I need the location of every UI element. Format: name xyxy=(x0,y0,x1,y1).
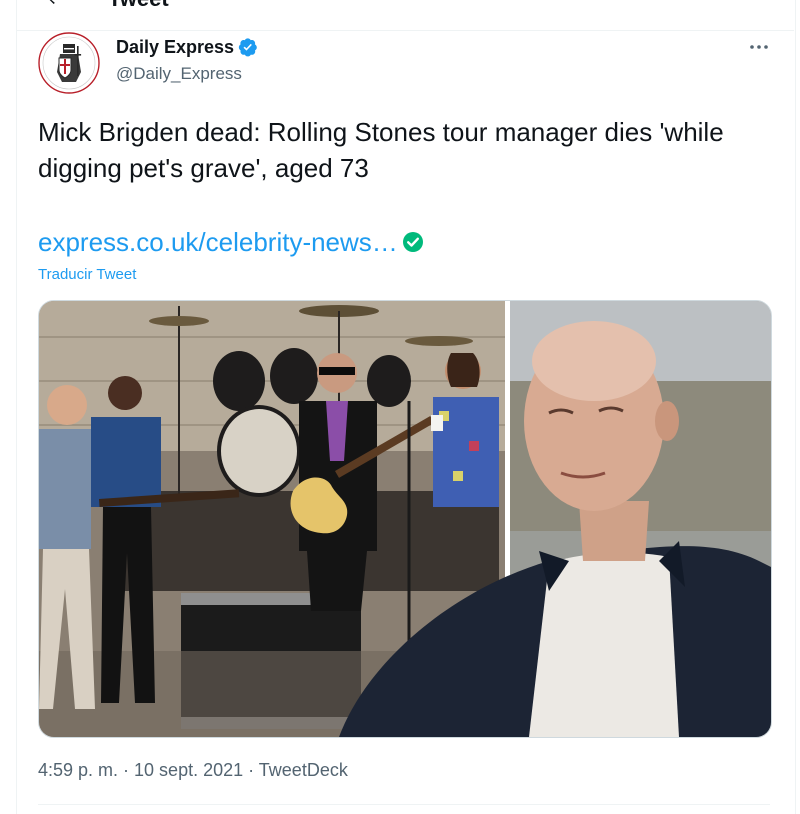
tweet-link-row: express.co.uk/celebrity-news… xyxy=(38,226,424,258)
verified-badge-icon xyxy=(238,38,257,57)
arrow-left-icon[interactable] xyxy=(44,0,64,8)
page-title: Tweet xyxy=(108,0,169,10)
tweet-link[interactable]: express.co.uk/celebrity-news… xyxy=(38,226,398,258)
translate-tweet-link[interactable]: Traducir Tweet xyxy=(38,266,136,283)
tweet-media[interactable] xyxy=(38,300,772,738)
avatar[interactable] xyxy=(38,32,100,94)
author-display-name[interactable]: Daily Express xyxy=(116,36,234,58)
author-handle[interactable]: @Daily_Express xyxy=(116,64,242,84)
tweet-timestamp-source[interactable]: 4:59 p. m. · 10 sept. 2021 · TweetDeck xyxy=(38,760,348,781)
more-options-icon[interactable] xyxy=(748,38,770,56)
daily-express-crusader-logo-icon xyxy=(38,32,100,94)
divider xyxy=(38,804,770,805)
author-name-row[interactable]: Daily Express xyxy=(116,36,258,58)
tweet-text: Mick Brigden dead: Rolling Stones tour m… xyxy=(38,117,724,183)
tweet-header-bar: Tweet xyxy=(16,0,794,31)
link-check-icon xyxy=(402,232,423,252)
